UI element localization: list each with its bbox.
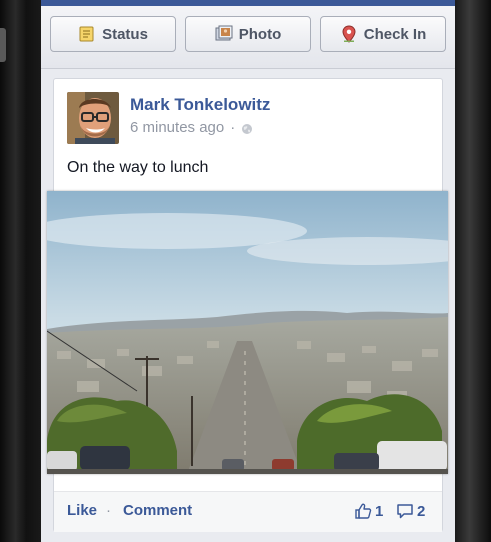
like-count-value: 1 [375,502,384,520]
phone-volume-button [0,28,6,62]
photo-button[interactable]: Photo [185,16,311,52]
phone-bezel-left [0,0,44,542]
photo-button-label: Photo [238,25,282,43]
author-avatar[interactable] [67,92,119,144]
post-message: On the way to lunch [67,159,209,176]
author-name[interactable]: Mark Tonkelowitz [130,95,270,115]
thumbs-up-icon [355,503,372,519]
location-pin-icon [340,25,358,43]
like-link[interactable]: Like [67,502,97,519]
post-timestamp[interactable]: 6 minutes ago [130,119,224,136]
news-feed-story: Mark Tonkelowitz 6 minutes ago · On the … [41,78,455,532]
meta-separator: · [230,119,236,136]
phone-screen: Status Photo Check In Mark Tonkelowitz 6… [41,0,455,542]
comment-count[interactable]: 2 [396,502,425,520]
photo-icon [215,25,233,43]
status-button-label: Status [102,25,148,43]
story-action-bar: Like · Comment 1 2 [54,491,442,532]
post-photo[interactable] [41,191,455,474]
phone-bezel-right [455,0,491,542]
status-note-icon [78,25,96,43]
status-button[interactable]: Status [50,16,176,52]
globe-icon [241,122,253,134]
action-separator: · [106,502,111,519]
comment-bubble-icon [397,504,413,519]
post-meta: 6 minutes ago · [130,119,253,136]
publisher-bar: Status Photo Check In [41,6,455,69]
check-in-button-label: Check In [363,25,427,43]
check-in-button[interactable]: Check In [320,16,446,52]
comment-count-value: 2 [417,502,426,520]
like-count[interactable]: 1 [354,502,383,520]
comment-link[interactable]: Comment [123,502,192,519]
